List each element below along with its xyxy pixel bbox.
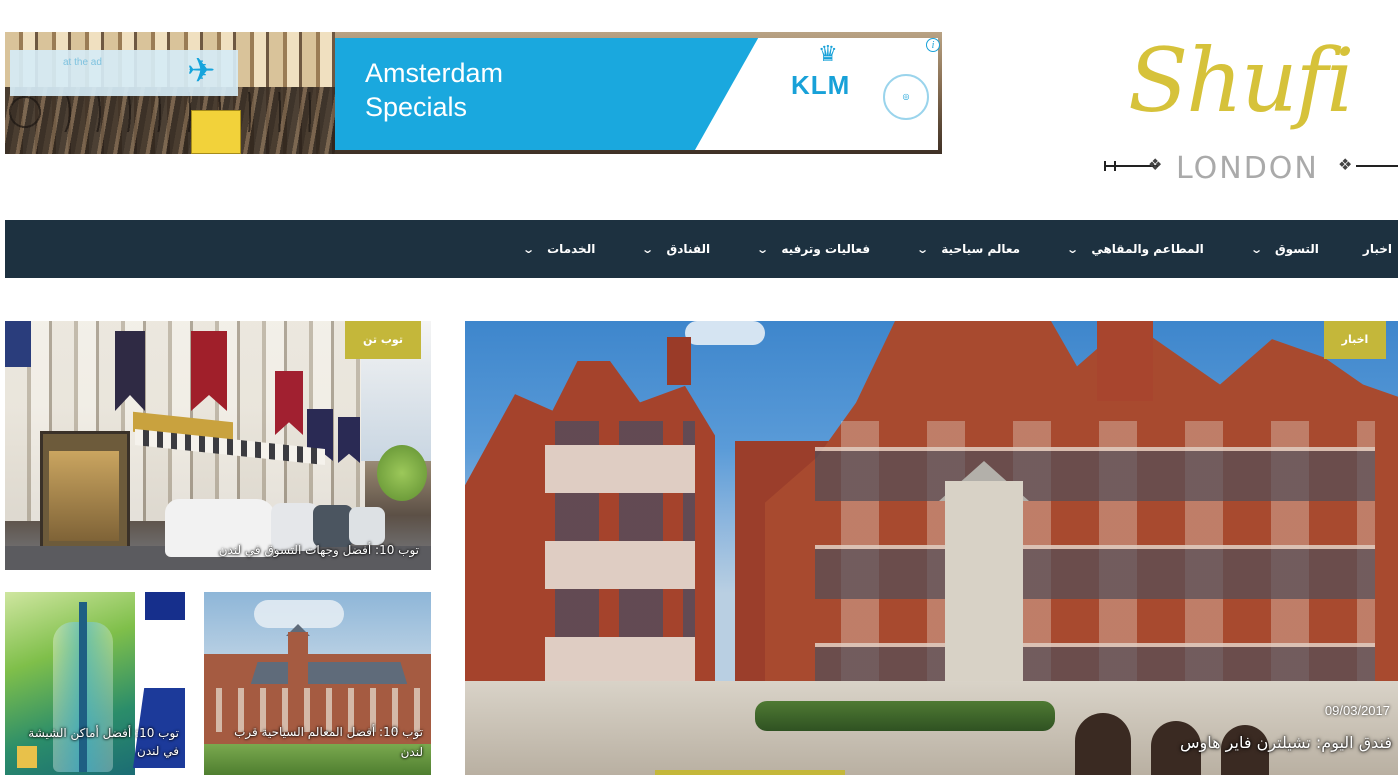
chevron-down-icon: ⌄ xyxy=(916,242,930,256)
featured-title[interactable]: فندق اليوم: تشيلترن فاير هاوس xyxy=(1180,733,1392,752)
nav-item-hotels[interactable]: الفنادق ⌄ xyxy=(641,220,711,278)
tile-image-shop-window xyxy=(49,451,119,541)
tile-caption[interactable]: توب 10: أفضل وجهات التسوق في لندن xyxy=(219,543,419,557)
chevron-down-icon: ⌄ xyxy=(1249,242,1263,256)
tile-image-car xyxy=(313,505,353,547)
tile-image-roof xyxy=(250,662,408,684)
featured-image-chimney xyxy=(667,337,691,385)
airplane-icon: ✈ xyxy=(187,51,216,91)
ad-headline-line1: Amsterdam xyxy=(365,58,504,88)
nav-item-services[interactable]: الخدمات ⌄ xyxy=(522,220,596,278)
featured-accent-bar xyxy=(655,770,845,775)
article-tile-shisha[interactable]: توب 10: أفضل أماكن الشيشة في لندن xyxy=(5,592,185,775)
chevron-down-icon: ⌄ xyxy=(641,242,655,256)
nav-item-label: فعاليات وترفيه xyxy=(781,242,871,256)
ad-headline-line2: Specials xyxy=(365,92,468,122)
nav-item-label: المطاعم والمقاهي xyxy=(1091,242,1204,256)
main-nav: اخبار التسوق ⌄ المطاعم والمقاهي ⌄ معالم … xyxy=(5,220,1398,278)
skyteam-icon: ◎ xyxy=(883,74,929,120)
tile-image-blue-sign xyxy=(5,321,31,367)
ad-headline: Amsterdam Specials xyxy=(365,56,625,124)
featured-image-chimney xyxy=(1097,321,1153,401)
tile-image-tower xyxy=(288,632,308,684)
info-icon[interactable]: i xyxy=(926,38,940,52)
nav-item-attractions[interactable]: معالم سياحية ⌄ xyxy=(916,220,1021,278)
nav-item-news[interactable]: اخبار xyxy=(1363,220,1392,278)
category-badge[interactable]: توب تن xyxy=(345,321,421,359)
category-badge[interactable]: اخبار xyxy=(1324,321,1386,359)
nav-item-restaurants[interactable]: المطاعم والمقاهي ⌄ xyxy=(1066,220,1204,278)
nav-list: اخبار التسوق ⌄ المطاعم والمقاهي ⌄ معالم … xyxy=(5,220,1398,278)
article-tile-shopping[interactable]: توب تن توب 10: أفضل وجهات التسوق في لندن xyxy=(5,321,431,570)
key-right-icon xyxy=(1356,165,1398,167)
key-bow-left-icon: ❖ xyxy=(1148,155,1163,174)
logo-script-text: Shufi xyxy=(1128,29,1354,132)
crown-icon: ♛ xyxy=(818,42,838,67)
nav-item-label: التسوق xyxy=(1274,242,1319,256)
article-date: 09/03/2017 xyxy=(1324,703,1390,718)
featured-article[interactable]: اخبار 09/03/2017 فندق اليوم: تشيلترن فاي… xyxy=(465,321,1398,775)
chevron-down-icon: ⌄ xyxy=(522,242,535,256)
tile-caption[interactable]: توب 10: أفضل المعالم السياحية قرب لندن xyxy=(213,722,423,762)
featured-image-hedge xyxy=(755,701,1055,731)
featured-image-arch xyxy=(1075,713,1131,775)
tile-image-cloud xyxy=(254,600,344,628)
ad-brand-logo: KLM xyxy=(791,70,851,100)
featured-image-windows xyxy=(815,421,1375,711)
klm-ad-banner[interactable]: at the ad ✈ Amsterdam Specials ♛ KLM ◎ i xyxy=(5,32,942,154)
ad-bicycles xyxy=(5,92,335,132)
logo-city-text: LONDON xyxy=(1176,151,1319,186)
ad-small-text: at the ad xyxy=(63,57,102,68)
site-logo[interactable]: Shufi ❖ LONDON ❖ xyxy=(1100,18,1398,198)
article-tile-attractions[interactable]: توب 10: أفضل المعالم السياحية قرب لندن xyxy=(204,592,431,775)
tile-image-tree xyxy=(377,445,427,501)
nav-item-label: معالم سياحية xyxy=(941,242,1021,256)
nav-item-label: الخدمات xyxy=(547,242,596,256)
tile-image-blue-shape xyxy=(145,592,185,620)
tile-caption[interactable]: توب 10: أفضل أماكن الشيشة في لندن xyxy=(9,724,179,760)
chevron-down-icon: ⌄ xyxy=(1066,242,1080,256)
key-bow-right-icon: ❖ xyxy=(1338,155,1353,174)
nav-item-shopping[interactable]: التسوق ⌄ xyxy=(1249,220,1319,278)
featured-image-cloud xyxy=(685,321,765,345)
nav-item-events[interactable]: فعاليات وترفيه ⌄ xyxy=(756,220,871,278)
chevron-down-icon: ⌄ xyxy=(756,242,770,256)
nav-item-label: اخبار xyxy=(1362,242,1392,256)
ad-yellow-sign xyxy=(191,110,241,154)
tile-image-car xyxy=(349,507,385,545)
nav-item-label: الفنادق xyxy=(666,242,711,256)
